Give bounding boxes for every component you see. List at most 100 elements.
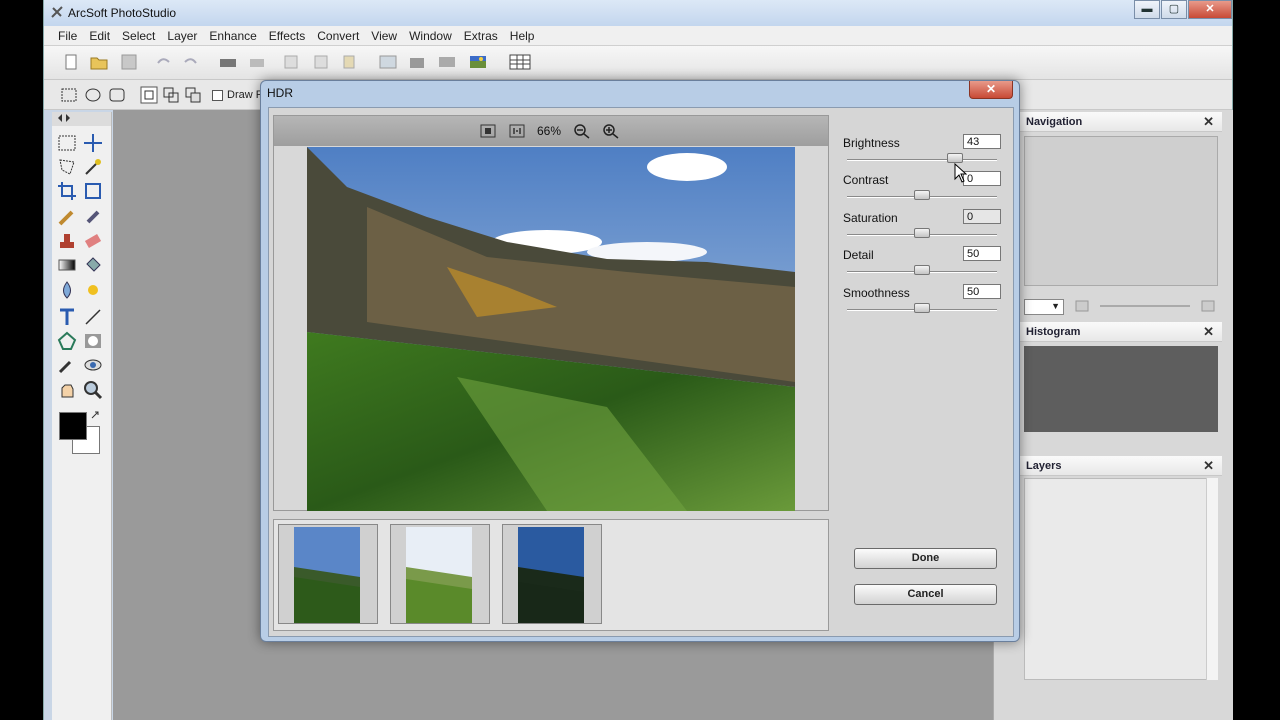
zoom-in-image-icon[interactable] [1200,299,1216,313]
histogram-title: Histogram [1026,326,1081,338]
menu-edit[interactable]: Edit [83,26,116,45]
saturation-value[interactable]: 0 [963,209,1001,224]
open-folder-icon[interactable] [90,54,108,70]
transform-tool-icon[interactable] [82,180,104,202]
draw-label: Draw F [227,89,263,101]
maximize-button[interactable]: ▢ [1161,0,1187,19]
scanner-icon[interactable] [219,54,237,70]
contrast-value[interactable]: 0 [963,171,1001,186]
dialog-close-button[interactable]: ✕ [969,81,1013,99]
layers-scrollbar[interactable] [1206,478,1218,680]
cancel-button[interactable]: Cancel [854,584,997,605]
layers-list[interactable] [1024,478,1218,680]
menu-convert[interactable]: Convert [311,26,365,45]
undo-icon[interactable] [154,54,172,70]
text-tool-icon[interactable] [56,306,78,328]
sun-brightness-icon[interactable] [82,279,104,301]
detail-label: Detail [843,248,874,262]
foreground-color-front[interactable] [59,412,87,440]
swap-colors-icon[interactable] [90,410,100,420]
menu-enhance[interactable]: Enhance [203,26,262,45]
menu-view[interactable]: View [365,26,403,45]
navigation-close-icon[interactable]: ✕ [1203,114,1214,130]
save-icon[interactable] [120,54,138,70]
brightness-slider-track[interactable] [847,159,997,161]
fit-to-window-icon[interactable] [479,123,497,139]
brightness-slider-thumb[interactable] [947,153,963,163]
menu-help[interactable]: Help [504,26,541,45]
eraser-tool-icon[interactable] [82,230,104,252]
thumbnail-underexposed[interactable] [502,524,602,624]
thumbnail-normal[interactable] [278,524,378,624]
menu-layer[interactable]: Layer [161,26,203,45]
hand-tool-icon[interactable] [56,379,78,401]
zoom-dropdown[interactable]: ▼ [1024,299,1064,315]
thumbnail-overexposed-image [406,527,472,623]
gradient-tool-icon[interactable] [56,254,78,276]
paste-icon[interactable] [312,54,330,70]
navigation-zoom-slider[interactable] [1100,305,1190,307]
brightness-value[interactable]: 43 [963,134,1001,149]
zoom-tool-icon[interactable] [82,379,104,401]
saturation-slider-thumb[interactable] [914,228,930,238]
menu-file[interactable]: File [52,26,83,45]
film-icon[interactable] [438,54,456,70]
zoom-out-icon[interactable] [573,123,591,139]
thumbnail-overexposed[interactable] [390,524,490,624]
zoom-out-image-icon[interactable] [1074,299,1090,313]
smoothness-value[interactable]: 50 [963,284,1001,299]
thumbnail-normal-image [294,527,360,623]
detail-slider-thumb[interactable] [914,265,930,275]
contrast-slider-thumb[interactable] [914,190,930,200]
crop-tool-icon[interactable] [56,180,78,202]
close-button[interactable]: ✕ [1188,0,1232,19]
subtract-selection-icon[interactable] [184,86,202,104]
paint-bucket-icon[interactable] [82,254,104,276]
detail-value[interactable]: 50 [963,246,1001,261]
rounded-select-icon[interactable] [108,87,126,103]
collapse-arrows-icon[interactable] [56,112,72,124]
layers-title: Layers [1026,460,1062,472]
marquee-tool-icon[interactable] [56,132,78,154]
eyedropper-tool-icon[interactable] [56,354,78,376]
menu-select[interactable]: Select [116,26,161,45]
shape-tool-icon[interactable] [56,330,78,352]
dialog-body: 66% Brightness 43 Contrast 0 Saturation … [268,107,1014,637]
minimize-button[interactable]: ▬ [1134,0,1160,19]
move-tool-icon[interactable] [82,132,104,154]
new-selection-icon[interactable] [140,86,158,104]
menu-window[interactable]: Window [403,26,458,45]
contrast-label: Contrast [843,173,889,187]
print-icon[interactable] [248,54,266,70]
camera-icon[interactable] [408,54,426,70]
smoothness-slider-thumb[interactable] [914,303,930,313]
zoom-in-icon[interactable] [602,123,620,139]
image-icon[interactable] [379,54,397,70]
app-icon [51,6,63,18]
clipboard-icon[interactable] [340,54,358,70]
done-button[interactable]: Done [854,548,997,569]
line-tool-icon[interactable] [82,306,104,328]
ellipse-shape-icon[interactable] [82,330,104,352]
menu-extras[interactable]: Extras [458,26,504,45]
add-selection-icon[interactable] [162,86,180,104]
magic-wand-icon[interactable] [82,156,104,178]
new-file-icon[interactable] [62,54,80,70]
lasso-tool-icon[interactable] [56,156,78,178]
stamp-tool-icon[interactable] [56,230,78,252]
histogram-close-icon[interactable]: ✕ [1203,324,1214,340]
grid-view-icon[interactable] [509,54,531,70]
photo-color-icon[interactable] [469,54,487,70]
layers-close-icon[interactable]: ✕ [1203,458,1214,474]
airbrush-tool-icon[interactable] [82,206,104,228]
draw-checkbox[interactable] [212,90,223,101]
redo-icon[interactable] [182,54,200,70]
redeye-tool-icon[interactable] [82,354,104,376]
blur-drop-icon[interactable] [56,279,78,301]
pencil-tool-icon[interactable] [56,206,78,228]
ellipse-select-icon[interactable] [84,87,102,103]
actual-size-icon[interactable] [508,123,526,139]
rect-select-icon[interactable] [60,87,78,103]
copy-icon[interactable] [282,54,300,70]
menu-effects[interactable]: Effects [263,26,311,45]
